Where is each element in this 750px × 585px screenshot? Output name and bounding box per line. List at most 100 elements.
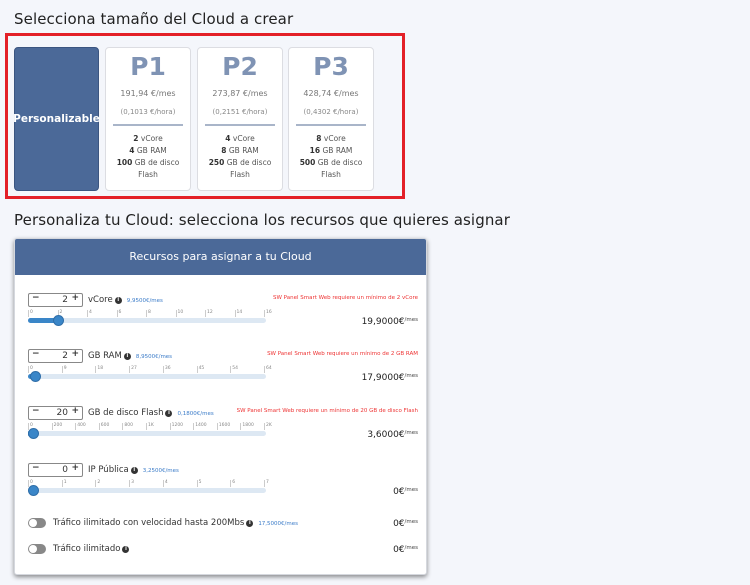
plan-spec-ram: 16 GB RAM	[309, 146, 353, 155]
quantity-stepper[interactable]: − 20 +	[28, 406, 83, 420]
slider-tick: 8	[146, 310, 151, 317]
resource-row: −2 + vCore i 9,9500€/mes SW Panel Smart Web r…	[28, 293, 418, 337]
plan-hour-price: (0,1013 €/hora)	[120, 108, 176, 116]
resource-slider[interactable]	[28, 428, 266, 439]
row-price: 17,9000€/mes	[361, 373, 418, 383]
slider-tick: 36	[162, 366, 171, 373]
info-icon[interactable]: i	[246, 520, 254, 527]
minus-button[interactable]: −	[32, 463, 40, 473]
slider-tick: 7	[264, 480, 269, 487]
slider-tick: 54	[230, 366, 239, 373]
section-title-size: Selecciona tamaño del Cloud a crear	[14, 10, 294, 28]
traffic-toggle[interactable]	[28, 544, 46, 554]
slider-handle[interactable]	[28, 485, 39, 496]
slider-handle[interactable]	[28, 428, 39, 439]
plan-card-p2[interactable]: P2 273,87 €/mes (0,2151 €/hora) 4 vCore …	[197, 47, 283, 191]
resource-row: −2 + GB RAM i 8,9500€/mes SW Panel Smart Web …	[28, 349, 418, 393]
resource-label: IP Pública i 3,2500€/mes	[88, 465, 179, 475]
plan-spec-disk: 500 GB de disco	[299, 158, 363, 167]
slider-tick: 5	[196, 480, 202, 487]
plan-card-p3[interactable]: P3 428,74 €/mes (0,4302 €/hora) 8 vCore …	[288, 47, 374, 191]
plan-spec-vcore: 8 vCore	[316, 134, 346, 143]
toggle-label: Tráfico ilimitado con velocidad hasta 20…	[53, 518, 299, 528]
plan-hour-price: (0,2151 €/hora)	[212, 108, 268, 116]
slider-tick: 6	[116, 310, 122, 317]
slider-tick: 1800	[240, 423, 254, 430]
row-price: 0€/mes	[393, 545, 418, 555]
plan-name: P1	[130, 52, 166, 81]
info-icon[interactable]: i	[123, 353, 131, 360]
row-price: 3,6000€/mes	[367, 430, 418, 440]
plan-price: 191,94 €/mes	[120, 89, 176, 98]
plan-spec-ram: 4 GB RAM	[129, 146, 167, 155]
row-price: 19,9000€/mes	[361, 317, 418, 327]
info-icon[interactable]: i	[165, 410, 173, 417]
slider-tick: 1600	[216, 423, 231, 430]
plan-spec-vcore: 4 vCore	[225, 134, 255, 143]
plan-spec-disk-type: Flash	[138, 170, 158, 179]
plus-button[interactable]: +	[71, 349, 79, 359]
slider-handle[interactable]	[52, 315, 64, 326]
toggle-knob	[29, 545, 37, 553]
stepper-value: 2	[62, 351, 68, 361]
toggle-row-traffic: Tráfico ilimitado i 0€/mes	[28, 544, 418, 558]
plan-spec-disk-type: Flash	[230, 170, 250, 179]
plus-button[interactable]: +	[71, 406, 79, 416]
slider-tick: 1400	[193, 423, 207, 430]
quantity-stepper[interactable]: − 0 +	[28, 463, 83, 477]
unit-price: 0,1800€/mes	[177, 411, 214, 417]
resource-slider[interactable]	[28, 485, 266, 496]
resource-label: GB RAM i 8,9500€/mes	[88, 351, 173, 361]
plan-divider	[296, 124, 366, 126]
resource-slider[interactable]	[28, 315, 266, 326]
plus-button[interactable]: +	[71, 463, 79, 473]
slider-tick: 0	[28, 310, 33, 317]
slider-tick: 18	[95, 366, 104, 373]
slider-tick: 1200	[169, 423, 184, 430]
info-icon[interactable]: i	[114, 297, 122, 304]
minimum-warning: SW Panel Smart Web requiere un mínimo de…	[267, 351, 418, 357]
plan-spec-disk-type: Flash	[321, 170, 341, 179]
stepper-value: 0	[62, 465, 68, 475]
plan-card-p1[interactable]: P1 191,94 €/mes (0,1013 €/hora) 2 vCore …	[105, 47, 191, 191]
slider-tick: 14	[234, 310, 243, 317]
plan-name: P2	[222, 52, 258, 81]
unit-price: 8,9500€/mes	[135, 354, 173, 360]
minus-button[interactable]: −	[32, 293, 40, 303]
plan-spec-disk: 100 GB de disco	[116, 158, 180, 167]
slider-tick: 1K	[146, 423, 154, 430]
resource-slider[interactable]	[28, 371, 266, 382]
plan-hour-price: (0,4302 €/hora)	[303, 108, 359, 116]
info-icon[interactable]: i	[122, 546, 130, 553]
quantity-stepper[interactable]: − 2 +	[28, 349, 83, 363]
slider-tick: 45	[196, 366, 205, 373]
slider-tick: 200	[51, 423, 63, 430]
slider-tick: 2	[95, 480, 101, 487]
slider-handle[interactable]	[30, 371, 42, 382]
plan-divider	[113, 124, 183, 126]
resource-row: −0 + IP Pública i 3,2500€/mes 0 1 2 3 4 5 6 7 0€/mes	[28, 463, 418, 507]
unit-price: 3,2500€/mes	[142, 468, 179, 474]
plan-spec-ram: 8 GB RAM	[221, 146, 259, 155]
section-title-customize: Personaliza tu Cloud: selecciona los rec…	[14, 211, 510, 229]
plan-card-custom[interactable]: Personalizable	[13, 47, 100, 191]
unit-price: 9,9500€/mes	[126, 298, 163, 304]
slider-tick: 9	[61, 366, 67, 373]
plan-spec-disk: 250 GB de disco	[208, 158, 272, 167]
info-icon[interactable]: i	[130, 467, 138, 474]
quantity-stepper[interactable]: − 2 +	[28, 293, 83, 307]
minus-button[interactable]: −	[32, 406, 40, 416]
minimum-warning: SW Panel Smart Web requiere un mínimo de…	[272, 295, 418, 301]
resources-panel: Recursos para asignar a tu Cloud −2 + vCor…	[14, 238, 427, 575]
plan-custom-label: Personalizable	[13, 113, 100, 125]
plus-button[interactable]: +	[71, 293, 79, 303]
resource-row: −20 + GB de disco Flash i 0,1800€/mes SW Pane…	[28, 406, 418, 450]
traffic-200-toggle[interactable]	[28, 518, 46, 528]
minus-button[interactable]: −	[32, 349, 40, 359]
slider-tick: 12	[205, 310, 213, 317]
stepper-value: 2	[62, 295, 68, 305]
slider-tick: 1	[61, 480, 67, 487]
slider-tick: 6	[230, 480, 236, 487]
plan-divider	[205, 124, 275, 126]
plan-name: P3	[313, 52, 349, 81]
